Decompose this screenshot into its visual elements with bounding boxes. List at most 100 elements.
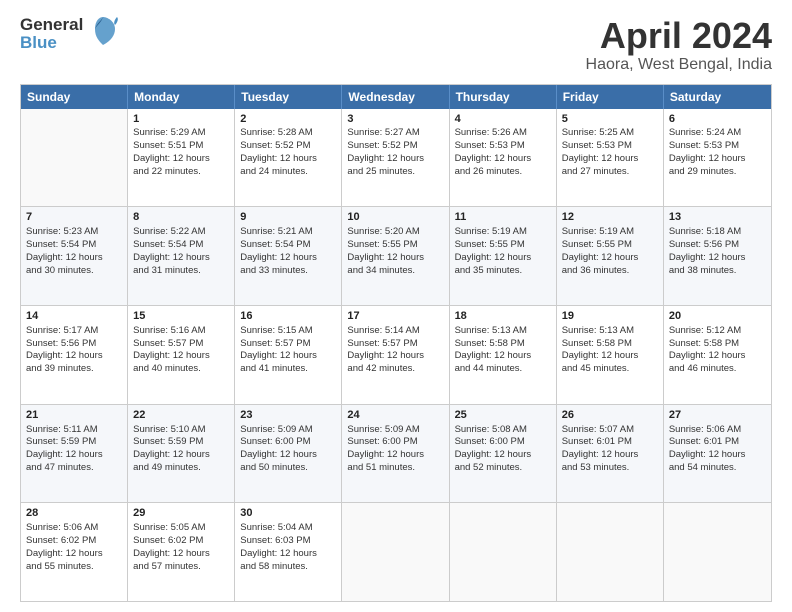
day-number: 11	[455, 210, 551, 225]
day-info-line: and 38 minutes.	[669, 265, 766, 278]
day-info-line: Sunrise: 5:13 AM	[455, 325, 551, 338]
day-cell-2: 2Sunrise: 5:28 AMSunset: 5:52 PMDaylight…	[235, 109, 342, 207]
day-cell-3: 3Sunrise: 5:27 AMSunset: 5:52 PMDaylight…	[342, 109, 449, 207]
header-day-wednesday: Wednesday	[342, 85, 449, 109]
day-info-line: and 25 minutes.	[347, 166, 443, 179]
day-number: 24	[347, 408, 443, 423]
day-info-line: Daylight: 12 hours	[455, 350, 551, 363]
header-day-saturday: Saturday	[664, 85, 771, 109]
day-cell-5: 5Sunrise: 5:25 AMSunset: 5:53 PMDaylight…	[557, 109, 664, 207]
day-number: 4	[455, 112, 551, 127]
day-cell-29: 29Sunrise: 5:05 AMSunset: 6:02 PMDayligh…	[128, 503, 235, 601]
day-info-line: and 42 minutes.	[347, 363, 443, 376]
day-info-line: Sunrise: 5:14 AM	[347, 325, 443, 338]
day-info-line: Daylight: 12 hours	[26, 252, 122, 265]
day-info-line: Sunrise: 5:05 AM	[133, 522, 229, 535]
logo-line1: General	[20, 16, 83, 34]
day-info-line: Sunset: 5:53 PM	[455, 140, 551, 153]
logo: General Blue	[20, 16, 119, 52]
day-info-line: and 52 minutes.	[455, 462, 551, 475]
day-cell-14: 14Sunrise: 5:17 AMSunset: 5:56 PMDayligh…	[21, 306, 128, 404]
day-number: 13	[669, 210, 766, 225]
day-info-line: Sunrise: 5:11 AM	[26, 424, 122, 437]
day-info-line: Daylight: 12 hours	[240, 449, 336, 462]
day-number: 29	[133, 506, 229, 521]
day-info-line: Sunrise: 5:21 AM	[240, 226, 336, 239]
day-info-line: Sunrise: 5:08 AM	[455, 424, 551, 437]
day-info-line: Sunset: 5:54 PM	[240, 239, 336, 252]
title-block: April 2024 Haora, West Bengal, India	[586, 16, 772, 74]
day-cell-20: 20Sunrise: 5:12 AMSunset: 5:58 PMDayligh…	[664, 306, 771, 404]
day-info-line: Daylight: 12 hours	[133, 548, 229, 561]
day-info-line: and 22 minutes.	[133, 166, 229, 179]
day-number: 28	[26, 506, 122, 521]
day-info-line: Daylight: 12 hours	[669, 449, 766, 462]
day-info-line: Daylight: 12 hours	[240, 350, 336, 363]
day-info-line: and 51 minutes.	[347, 462, 443, 475]
day-number: 9	[240, 210, 336, 225]
calendar-week-4: 21Sunrise: 5:11 AMSunset: 5:59 PMDayligh…	[21, 405, 771, 504]
day-info-line: and 41 minutes.	[240, 363, 336, 376]
day-info-line: Sunset: 5:54 PM	[133, 239, 229, 252]
day-info-line: Sunset: 5:57 PM	[240, 338, 336, 351]
day-number: 2	[240, 112, 336, 127]
day-cell-12: 12Sunrise: 5:19 AMSunset: 5:55 PMDayligh…	[557, 207, 664, 305]
calendar: SundayMondayTuesdayWednesdayThursdayFrid…	[20, 84, 772, 602]
day-info-line: and 36 minutes.	[562, 265, 658, 278]
day-info-line: Daylight: 12 hours	[347, 449, 443, 462]
day-number: 30	[240, 506, 336, 521]
header: General Blue April 2024 Haora, West Beng…	[20, 16, 772, 74]
day-info-line: Daylight: 12 hours	[240, 252, 336, 265]
day-info-line: Daylight: 12 hours	[26, 350, 122, 363]
day-info-line: Sunrise: 5:29 AM	[133, 127, 229, 140]
calendar-week-5: 28Sunrise: 5:06 AMSunset: 6:02 PMDayligh…	[21, 503, 771, 601]
day-number: 12	[562, 210, 658, 225]
day-info-line: Sunrise: 5:13 AM	[562, 325, 658, 338]
day-number: 26	[562, 408, 658, 423]
calendar-week-2: 7Sunrise: 5:23 AMSunset: 5:54 PMDaylight…	[21, 207, 771, 306]
day-info-line: Daylight: 12 hours	[133, 252, 229, 265]
day-info-line: Sunset: 5:56 PM	[26, 338, 122, 351]
day-info-line: and 33 minutes.	[240, 265, 336, 278]
day-cell-15: 15Sunrise: 5:16 AMSunset: 5:57 PMDayligh…	[128, 306, 235, 404]
day-info-line: Sunrise: 5:22 AM	[133, 226, 229, 239]
day-info-line: Sunrise: 5:28 AM	[240, 127, 336, 140]
day-info-line: and 46 minutes.	[669, 363, 766, 376]
day-info-line: Daylight: 12 hours	[240, 548, 336, 561]
day-info-line: and 24 minutes.	[240, 166, 336, 179]
day-number: 19	[562, 309, 658, 324]
day-info-line: Sunset: 6:00 PM	[240, 436, 336, 449]
day-info-line: Sunrise: 5:09 AM	[347, 424, 443, 437]
empty-cell-4-6	[664, 503, 771, 601]
day-info-line: Daylight: 12 hours	[562, 252, 658, 265]
day-info-line: Daylight: 12 hours	[347, 350, 443, 363]
day-info-line: and 50 minutes.	[240, 462, 336, 475]
day-cell-30: 30Sunrise: 5:04 AMSunset: 6:03 PMDayligh…	[235, 503, 342, 601]
day-info-line: Sunset: 5:51 PM	[133, 140, 229, 153]
day-info-line: and 26 minutes.	[455, 166, 551, 179]
day-info-line: Sunrise: 5:19 AM	[562, 226, 658, 239]
day-info-line: Daylight: 12 hours	[455, 153, 551, 166]
calendar-week-1: 1Sunrise: 5:29 AMSunset: 5:51 PMDaylight…	[21, 109, 771, 208]
day-number: 7	[26, 210, 122, 225]
day-info-line: Sunrise: 5:19 AM	[455, 226, 551, 239]
day-info-line: Daylight: 12 hours	[133, 153, 229, 166]
day-info-line: and 55 minutes.	[26, 561, 122, 574]
main-title: April 2024	[586, 16, 772, 56]
day-info-line: Daylight: 12 hours	[669, 252, 766, 265]
day-info-line: Daylight: 12 hours	[562, 449, 658, 462]
day-info-line: Sunset: 6:03 PM	[240, 535, 336, 548]
day-cell-24: 24Sunrise: 5:09 AMSunset: 6:00 PMDayligh…	[342, 405, 449, 503]
day-number: 18	[455, 309, 551, 324]
day-number: 17	[347, 309, 443, 324]
day-info-line: Sunrise: 5:27 AM	[347, 127, 443, 140]
day-info-line: Sunset: 5:58 PM	[669, 338, 766, 351]
day-info-line: Sunrise: 5:20 AM	[347, 226, 443, 239]
day-cell-28: 28Sunrise: 5:06 AMSunset: 6:02 PMDayligh…	[21, 503, 128, 601]
calendar-header: SundayMondayTuesdayWednesdayThursdayFrid…	[21, 85, 771, 109]
day-info-line: Sunrise: 5:09 AM	[240, 424, 336, 437]
day-info-line: Daylight: 12 hours	[133, 350, 229, 363]
day-info-line: Sunset: 5:55 PM	[347, 239, 443, 252]
day-number: 1	[133, 112, 229, 127]
day-info-line: and 53 minutes.	[562, 462, 658, 475]
